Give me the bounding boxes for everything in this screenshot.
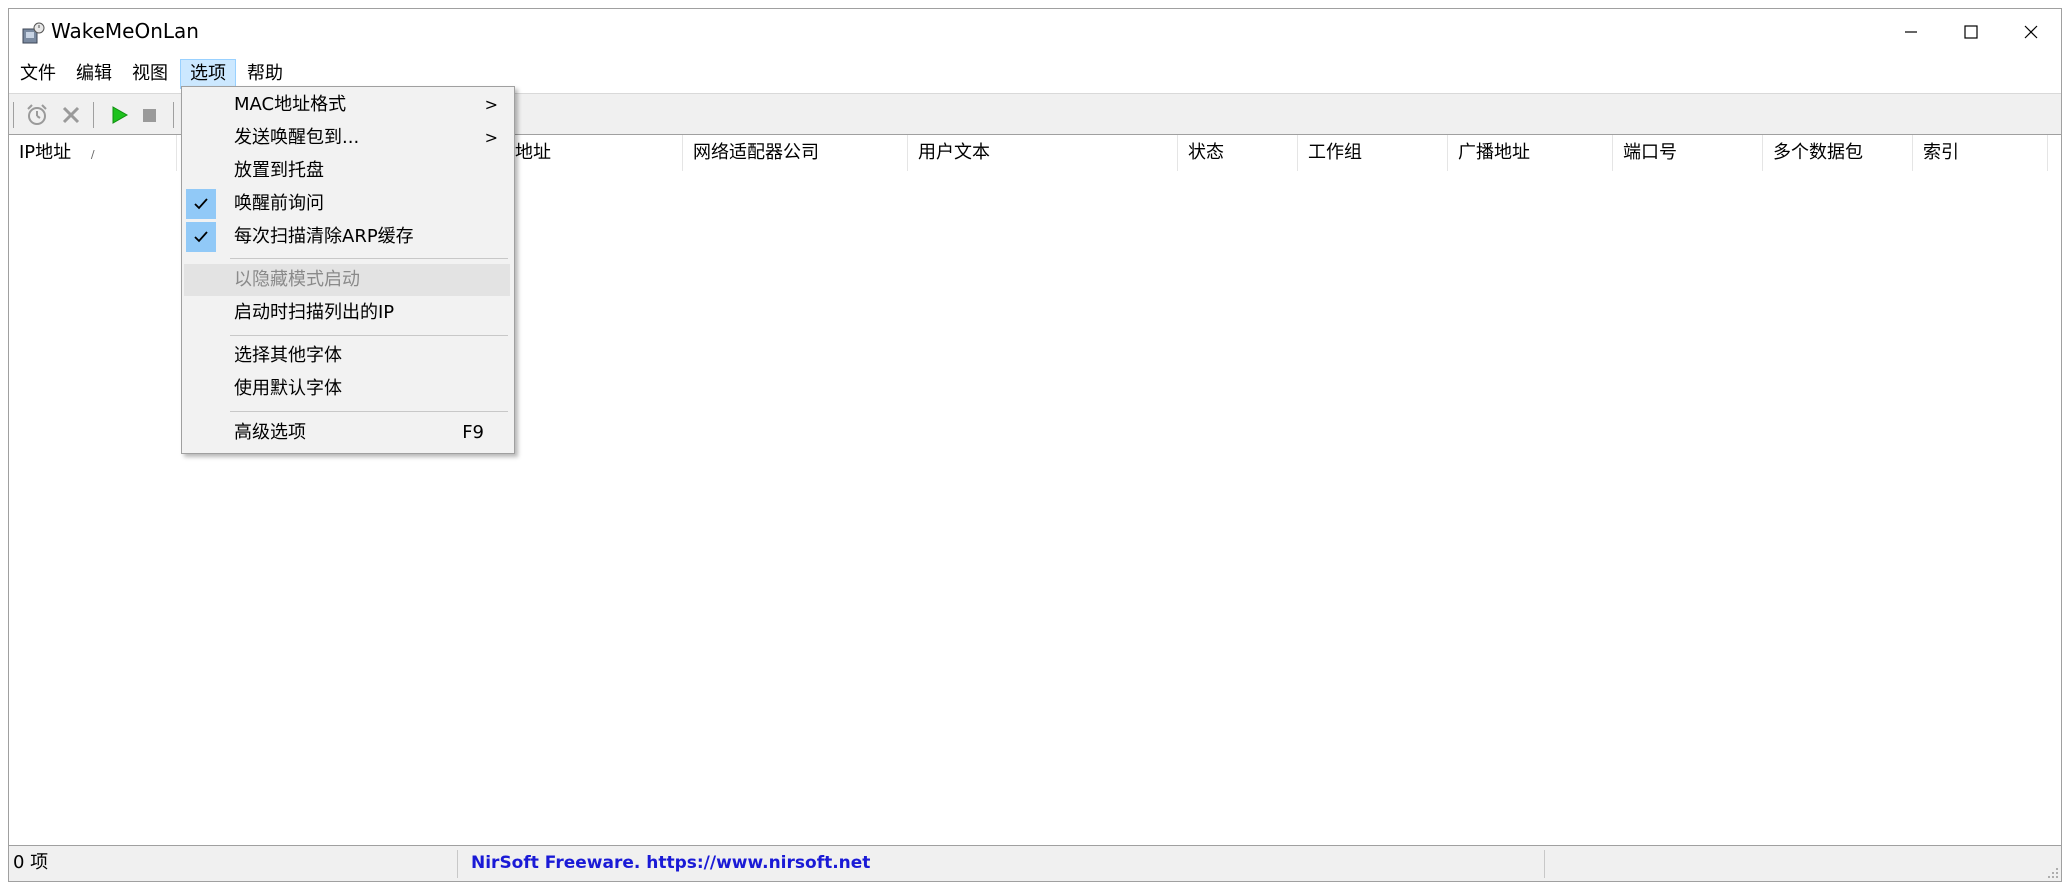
menu-separator <box>230 335 508 336</box>
column-index[interactable]: 索引 <box>1913 135 2048 171</box>
menu-help[interactable]: 帮助 <box>238 59 292 89</box>
status-bar: 0 项 NirSoft Freeware. https://www.nirsof… <box>9 845 2061 881</box>
column-adapter-company[interactable]: 网络适配器公司 <box>683 135 908 171</box>
menu-item-shortcut: F9 <box>462 422 484 443</box>
menu-item-ask-before-wake[interactable]: 唤醒前询问 <box>184 188 510 220</box>
stop-icon <box>143 109 156 122</box>
minimize-button[interactable] <box>1881 9 1941 55</box>
menu-item-clear-arp-cache[interactable]: 每次扫描清除ARP缓存 <box>184 221 510 253</box>
alarm-icon <box>27 104 47 125</box>
options-dropdown-menu: MAC地址格式 > 发送唤醒包到... > 放置到托盘 唤醒前询问 每次扫描清除… <box>181 86 515 454</box>
item-count: 0 项 <box>13 852 49 873</box>
column-label: 状态 <box>1188 142 1224 163</box>
delete-icon <box>62 106 80 124</box>
menu-view[interactable]: 视图 <box>123 59 177 89</box>
checkmark-icon <box>186 189 216 219</box>
column-label: 索引 <box>1923 142 1959 163</box>
minimize-icon <box>1905 31 1917 33</box>
column-status[interactable]: 状态 <box>1178 135 1298 171</box>
menu-item-label: 选择其他字体 <box>234 345 342 366</box>
wake-up-button[interactable] <box>23 102 51 128</box>
column-port[interactable]: 端口号 <box>1613 135 1763 171</box>
menu-item-label: 放置到托盘 <box>234 160 324 181</box>
menu-separator <box>230 411 508 412</box>
menu-edit[interactable]: 编辑 <box>67 59 121 89</box>
column-label: IP地址 <box>19 142 72 163</box>
column-multiple-packets[interactable]: 多个数据包 <box>1763 135 1913 171</box>
play-icon <box>112 106 129 124</box>
close-button[interactable] <box>2001 9 2061 55</box>
menu-separator <box>230 258 508 259</box>
column-label: 工作组 <box>1308 142 1362 163</box>
toolbar-separator <box>173 102 174 128</box>
column-label: 广播地址 <box>1458 142 1530 163</box>
menu-item-label: 发送唤醒包到... <box>234 127 360 148</box>
menu-item-put-in-tray[interactable]: 放置到托盘 <box>184 155 510 187</box>
stop-scan-button[interactable] <box>135 102 163 128</box>
column-label: 端口号 <box>1623 142 1677 163</box>
menu-item-label: 每次扫描清除ARP缓存 <box>234 226 414 247</box>
menu-item-choose-font[interactable]: 选择其他字体 <box>184 340 510 372</box>
column-label: 地址 <box>515 142 551 163</box>
maximize-button[interactable] <box>1941 9 2001 55</box>
sort-ascending-icon: ∕ <box>90 148 95 161</box>
toolbar-separator <box>13 102 14 128</box>
column-workgroup[interactable]: 工作组 <box>1298 135 1448 171</box>
menu-item-send-wake-to[interactable]: 发送唤醒包到... > <box>184 122 510 154</box>
menu-item-label: 高级选项 <box>234 422 306 443</box>
close-icon <box>2024 25 2038 39</box>
menu-item-label: 启动时扫描列出的IP <box>234 302 395 323</box>
status-separator <box>1544 850 1545 878</box>
title-bar: WakeMeOnLan <box>9 9 2061 55</box>
resize-grip-icon[interactable] <box>2045 865 2059 879</box>
column-ip-address[interactable]: IP地址 ∕ <box>9 135 177 171</box>
column-label: 网络适配器公司 <box>693 142 819 163</box>
window-title: WakeMeOnLan <box>51 19 199 43</box>
menu-file[interactable]: 文件 <box>11 59 65 89</box>
chevron-right-icon: > <box>484 95 498 114</box>
status-separator <box>457 850 458 878</box>
menu-item-label: MAC地址格式 <box>234 94 347 115</box>
column-label: 多个数据包 <box>1773 142 1863 163</box>
menu-item-label: 使用默认字体 <box>234 378 342 399</box>
menu-item-label: 以隐藏模式启动 <box>234 269 360 290</box>
menu-item-advanced-options[interactable]: 高级选项 F9 <box>184 417 510 449</box>
chevron-right-icon: > <box>484 128 498 147</box>
menu-options[interactable]: 选项 <box>180 59 236 89</box>
menu-item-start-hidden: 以隐藏模式启动 <box>184 264 510 296</box>
maximize-icon <box>1964 25 1978 39</box>
menu-item-mac-format[interactable]: MAC地址格式 > <box>184 89 510 121</box>
checkmark-icon <box>186 222 216 252</box>
toolbar-separator <box>93 102 94 128</box>
menu-item-default-font[interactable]: 使用默认字体 <box>184 373 510 405</box>
delete-button[interactable] <box>57 102 85 128</box>
app-icon <box>22 22 45 44</box>
start-scan-button[interactable] <box>105 102 133 128</box>
menu-item-scan-on-start[interactable]: 启动时扫描列出的IP <box>184 297 510 329</box>
column-label: 用户文本 <box>918 142 990 163</box>
menu-item-label: 唤醒前询问 <box>234 193 324 214</box>
column-user-text[interactable]: 用户文本 <box>908 135 1178 171</box>
column-broadcast-address[interactable]: 广播地址 <box>1448 135 1613 171</box>
nirsoft-link[interactable]: NirSoft Freeware. https://www.nirsoft.ne… <box>467 846 870 880</box>
